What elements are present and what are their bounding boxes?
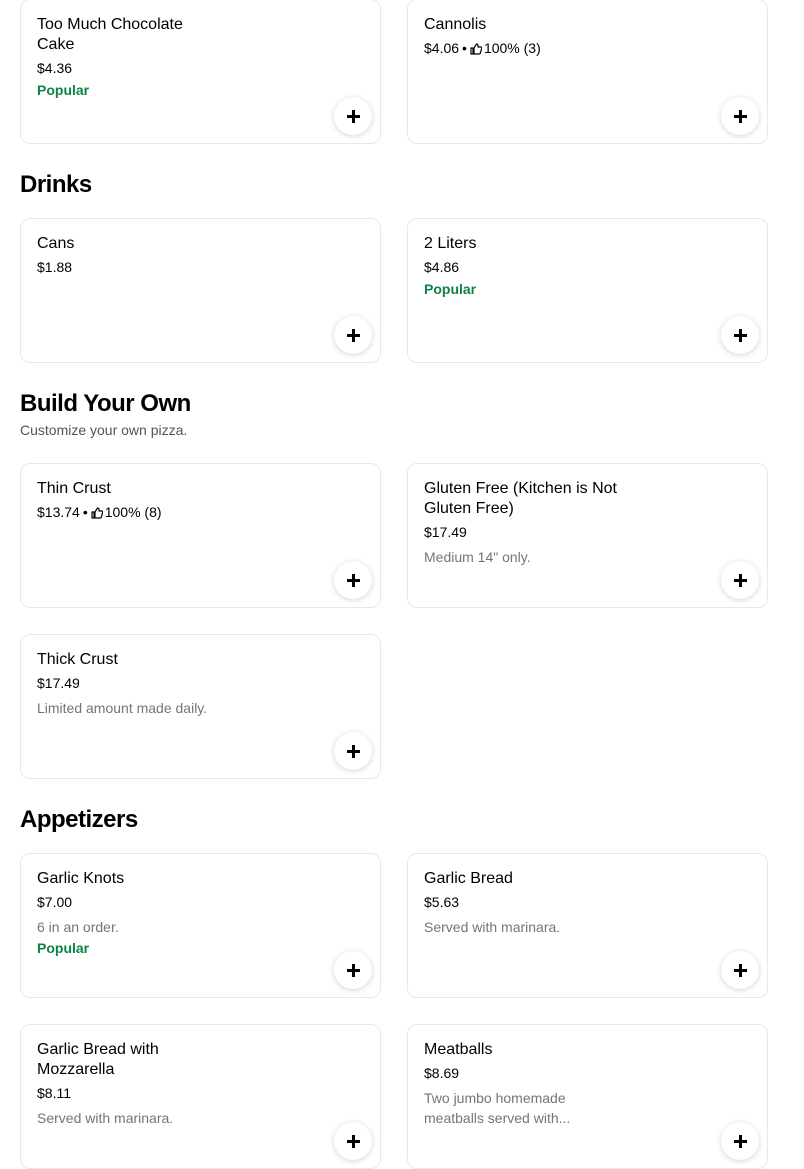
menu-item-card[interactable]: Garlic Bread with Mozzarella $8.11 Serve… [20,1024,381,1169]
price-text: $1.88 [37,259,73,275]
menu-item-name: Garlic Bread with Mozzarella [37,1041,159,1078]
menu-item-price-rating: $13.74 • 100% (8) [37,503,217,521]
price-text: $13.74 [37,504,80,520]
menu-item-description: 6 in an order. [37,919,119,935]
price-text: $4.06 [424,40,460,56]
menu-item-description: Served with marinara. [37,1110,174,1126]
plus-icon [733,1134,747,1148]
add-item-button[interactable] [721,316,759,354]
popular-badge: Popular [37,82,90,98]
section-title-build-your-own: Build Your Own [20,390,191,417]
add-item-button[interactable] [721,951,759,989]
menu-item-info: Cans $1.88 [37,234,217,276]
menu-item-info: Garlic Knots $7.00 6 in an order. Popula… [37,869,217,957]
menu-item-card[interactable]: Too Much Chocolate Cake $4.36 Popular [20,0,381,144]
plus-icon [733,963,747,977]
menu-item-price: $7.00 [37,893,217,911]
add-item-button[interactable] [721,97,759,135]
add-item-button[interactable] [334,316,372,354]
menu-item-card[interactable]: Thin Crust $13.74 • 100% (8) [20,463,381,608]
menu-item-info: Too Much Chocolate Cake $4.36 Popular [37,15,217,99]
price-text: $7.00 [37,894,73,910]
menu-item-info: 2 Liters $4.86 Popular [424,234,604,298]
section-title-drinks: Drinks [20,171,92,198]
price-text: $4.86 [424,259,460,275]
menu-item-info: Garlic Bread with Mozzarella $8.11 Serve… [37,1040,217,1128]
add-item-button[interactable] [721,561,759,599]
popular-badge: Popular [37,940,90,956]
menu-item-name: Gluten Free (Kitchen is Not Gluten Free) [424,480,617,517]
separator: • [462,40,467,56]
menu-item-price-rating: $4.06 • 100% (3) [424,39,604,57]
menu-item-info: Gluten Free (Kitchen is Not Gluten Free)… [424,479,624,567]
menu-item-name: Garlic Knots [37,870,125,887]
add-item-button[interactable] [334,561,372,599]
menu-item-name: Thick Crust [37,651,118,668]
menu-item-card[interactable]: Thick Crust $17.49 Limited amount made d… [20,634,381,779]
price-text: $8.11 [37,1085,71,1101]
menu-item-card[interactable]: Garlic Bread $5.63 Served with marinara. [407,853,768,998]
menu-item-name: 2 Liters [424,235,477,252]
menu-item-price: $5.63 [424,893,604,911]
price-text: $17.49 [424,524,467,540]
plus-icon [346,744,360,758]
separator: • [82,504,88,520]
menu-item-description: Limited amount made daily. [37,700,208,716]
menu-item-price: $17.49 [424,523,624,541]
menu-item-info: Thick Crust $17.49 Limited amount made d… [37,650,237,718]
popular-badge: Popular [424,281,477,297]
price-text: $8.69 [424,1065,460,1081]
add-item-button[interactable] [334,951,372,989]
plus-icon [346,109,360,123]
menu-item-info: Cannolis $4.06 • 100% (3) [424,15,604,57]
add-item-button[interactable] [334,732,372,770]
add-item-button[interactable] [721,1122,759,1160]
section-title-appetizers: Appetizers [20,806,138,833]
menu-item-info: Meatballs $8.69 Two jumbo homemade meatb… [424,1040,604,1128]
menu-item-info: Garlic Bread $5.63 Served with marinara. [424,869,604,937]
menu-item-name: Cannolis [424,16,487,33]
menu-item-price: $4.86 [424,258,604,276]
plus-icon [346,328,360,342]
thumbs-up-icon [91,507,103,519]
menu-item-price: $8.11 [37,1084,217,1102]
menu-item-description: Medium 14" only. [424,549,531,565]
price-text: $5.63 [424,894,460,910]
menu-item-description: Served with marinara. [424,919,561,935]
add-item-button[interactable] [334,97,372,135]
menu-item-name: Cans [37,235,75,252]
menu-item-name: Thin Crust [37,480,111,497]
menu-item-name: Too Much Chocolate Cake [37,16,183,53]
menu-item-card[interactable]: Gluten Free (Kitchen is Not Gluten Free)… [407,463,768,608]
plus-icon [733,109,747,123]
menu-item-description: Two jumbo homemade meatballs served with… [424,1090,571,1126]
plus-icon [346,963,360,977]
menu-item-name: Garlic Bread [424,870,513,887]
plus-icon [346,573,360,587]
menu-item-card[interactable]: 2 Liters $4.86 Popular [407,218,768,363]
menu-item-price: $8.69 [424,1064,604,1082]
price-text: $4.36 [37,60,73,76]
menu-item-card[interactable]: Cans $1.88 [20,218,381,363]
menu-item-card[interactable]: Garlic Knots $7.00 6 in an order. Popula… [20,853,381,998]
menu-item-card[interactable]: Cannolis $4.06 • 100% (3) [407,0,768,144]
rating-text: 100% (3) [483,40,541,56]
plus-icon [346,1134,360,1148]
menu-item-info: Thin Crust $13.74 • 100% (8) [37,479,217,521]
rating-text: 100% (8) [104,504,162,520]
menu-item-price: $1.88 [37,258,217,276]
menu-item-price: $17.49 [37,674,237,692]
menu-item-card[interactable]: Meatballs $8.69 Two jumbo homemade meatb… [407,1024,768,1169]
plus-icon [733,573,747,587]
price-text: $17.49 [37,675,80,691]
section-subtitle: Customize your own pizza. [20,422,188,438]
plus-icon [733,328,747,342]
thumbs-up-icon [470,43,482,55]
menu-item-name: Meatballs [424,1041,493,1058]
add-item-button[interactable] [334,1122,372,1160]
menu-item-price: $4.36 [37,59,217,77]
